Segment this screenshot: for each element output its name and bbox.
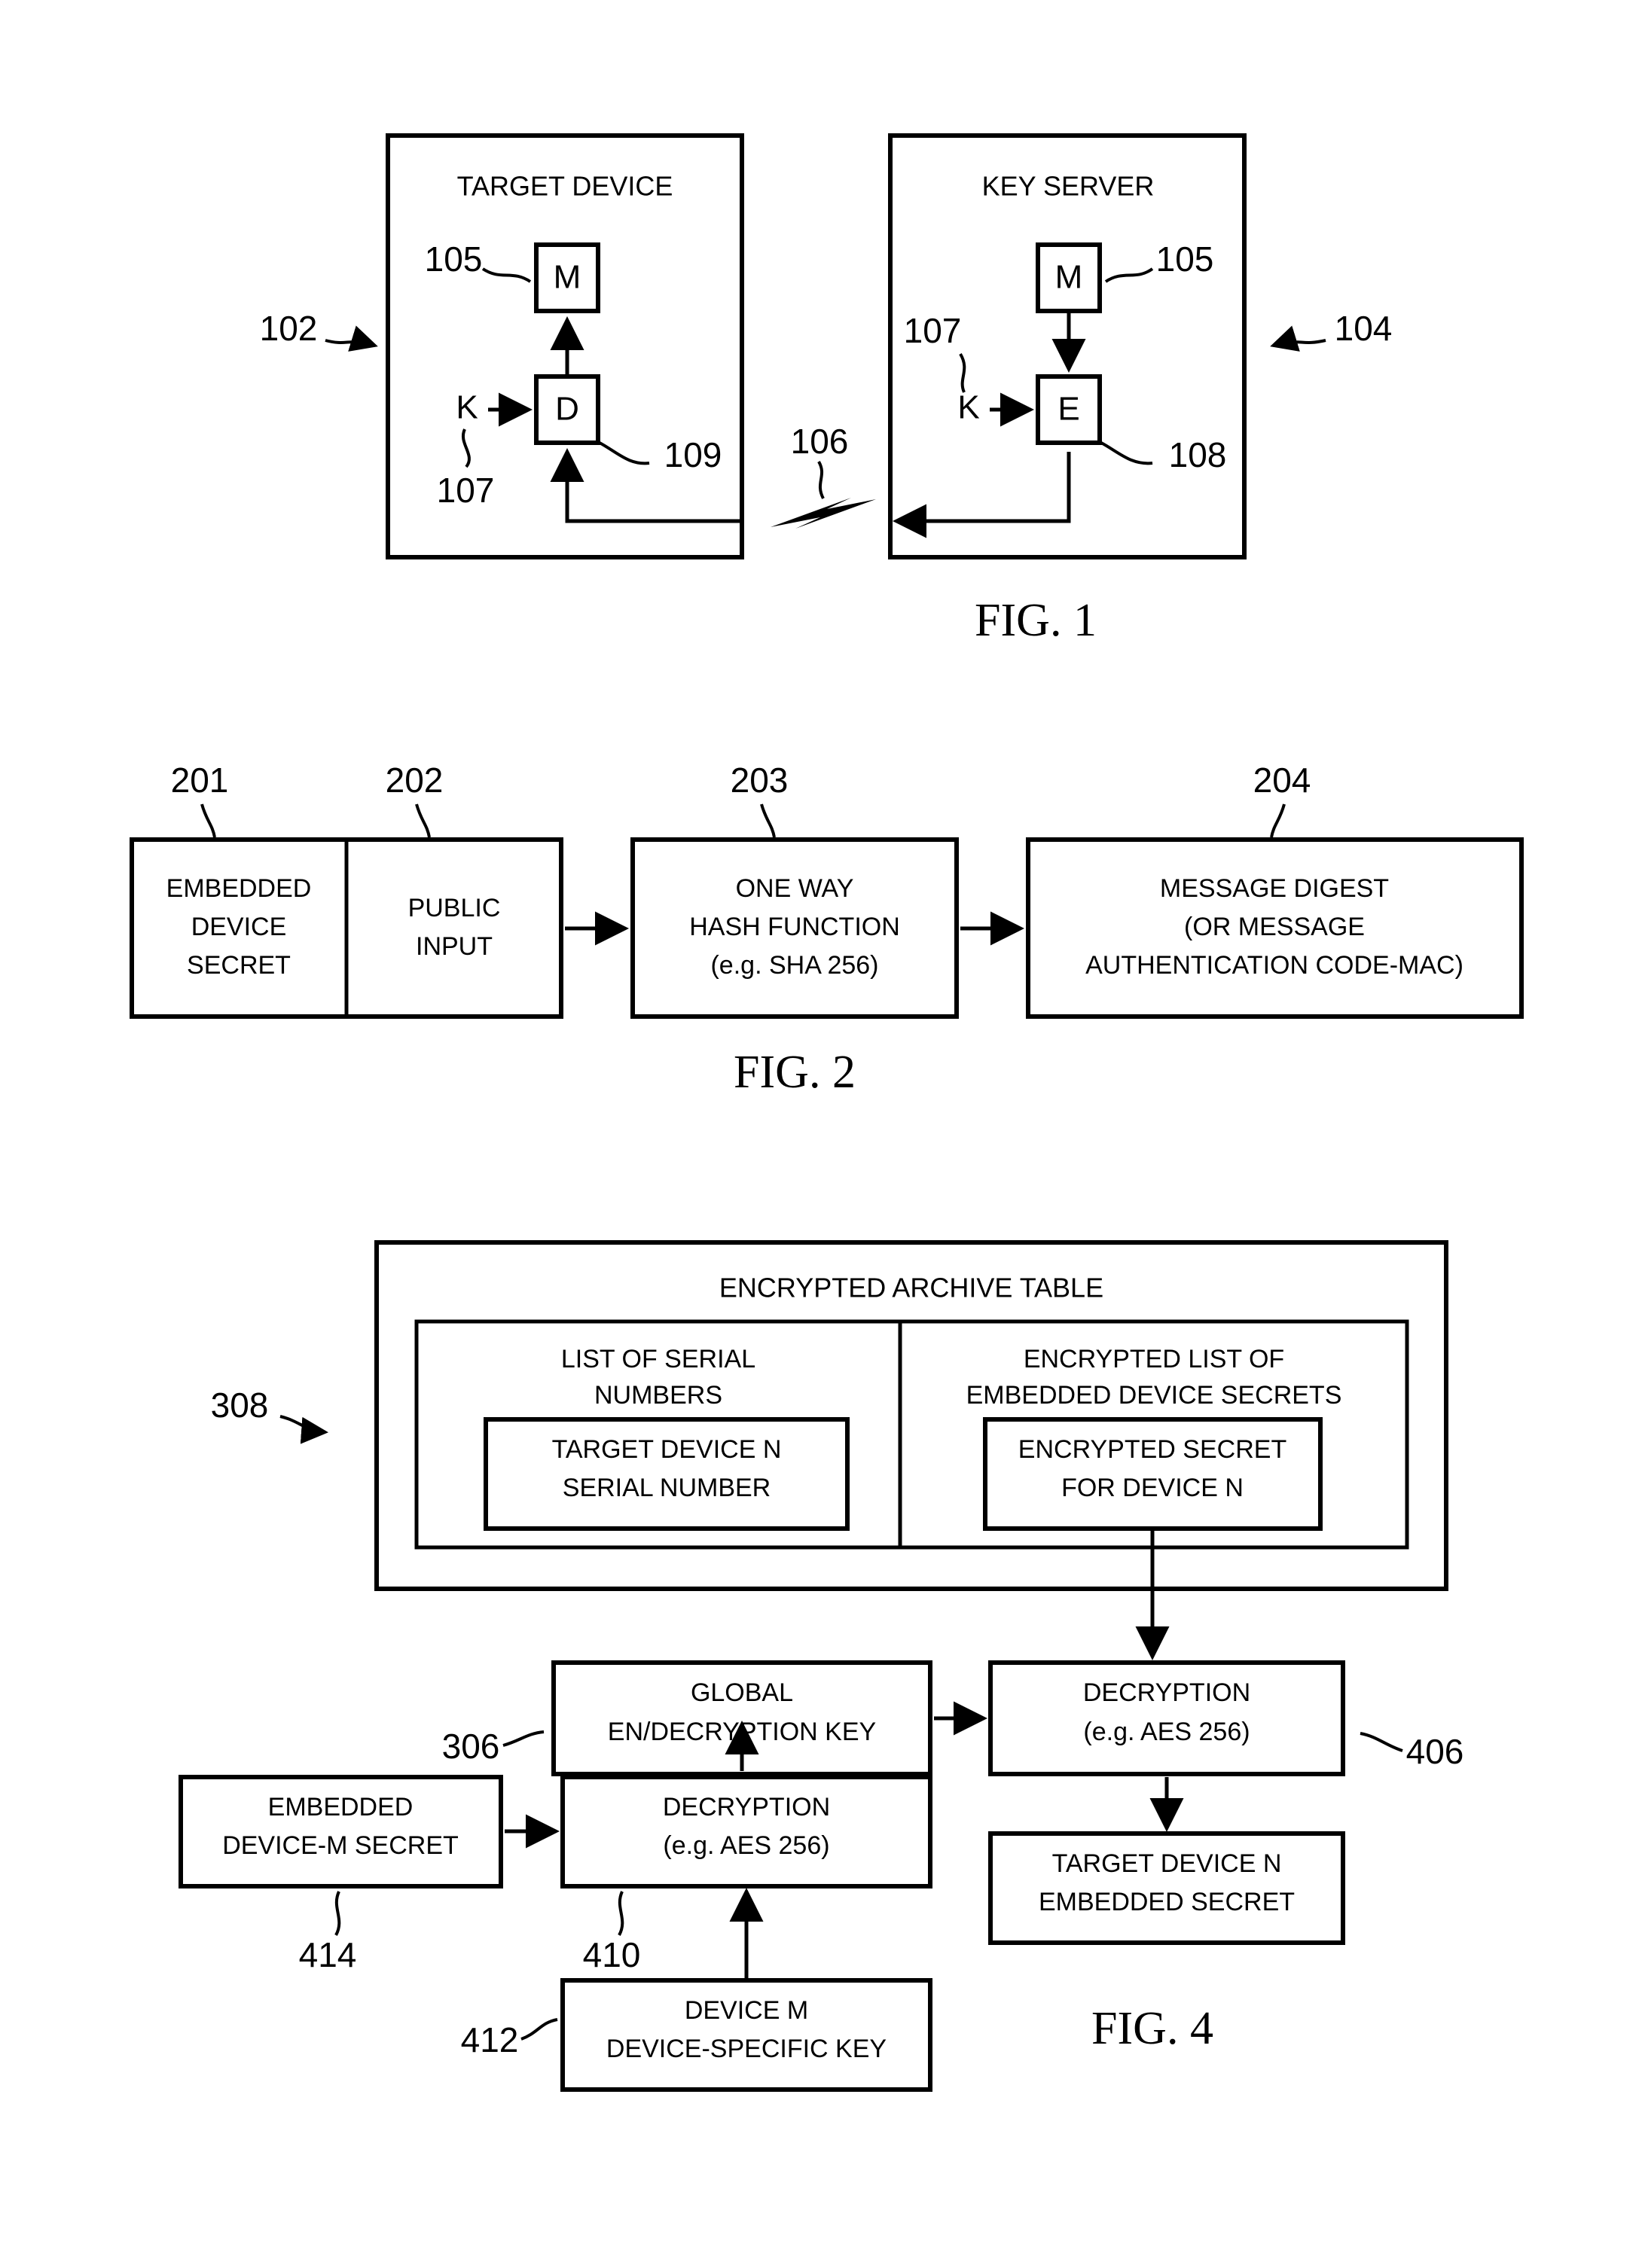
device-key-line-1: DEVICE M [685, 1996, 808, 2025]
ref-107-target: 107 [437, 471, 495, 510]
embedded-device-secret-line-2: DEVICE [191, 913, 287, 941]
serial-cell-line-2: SERIAL NUMBER [563, 1474, 771, 1502]
leader-412 [520, 2018, 558, 2041]
ref-102: 102 [260, 309, 318, 348]
ref-201: 201 [171, 761, 229, 800]
target-decrypt-label: D [555, 391, 579, 428]
leader-201 [200, 803, 216, 838]
embedded-device-secret-line-1: EMBEDDED [166, 874, 312, 903]
ref-202: 202 [386, 761, 444, 800]
target-message-label: M [554, 259, 581, 296]
server-encrypt-label: E [1058, 391, 1079, 428]
archive-table-title: ENCRYPTED ARCHIVE TABLE [719, 1273, 1103, 1303]
figure-2-caption: FIG. 2 [734, 1047, 856, 1098]
hash-line-3: (e.g. SHA 256) [710, 951, 878, 980]
leader-406 [1360, 1732, 1403, 1752]
encrypted-secret-cell-line-2: FOR DEVICE N [1061, 1474, 1244, 1502]
key-server-title: KEY SERVER [982, 171, 1155, 202]
ref-105-target: 105 [425, 239, 483, 279]
figure-2: 201 202 203 204 EMBEDDED DEVICE SECRET P… [130, 761, 1524, 1098]
target-secret-line-1: TARGET DEVICE N [1052, 1849, 1282, 1878]
patent-drawing-sheet: TARGET DEVICE M 105 D 109 K 107 102 KEY … [0, 0, 1642, 2268]
embedded-device-m-line-1: EMBEDDED [268, 1793, 414, 1821]
device-key-line-2: DEVICE-SPECIFIC KEY [606, 2035, 887, 2063]
target-secret-line-2: EMBEDDED SECRET [1039, 1888, 1295, 1916]
embedded-device-m-line-2: DEVICE-M SECRET [222, 1831, 459, 1860]
ref-412: 412 [461, 2020, 519, 2059]
ref-203: 203 [731, 761, 789, 800]
leader-203 [760, 803, 776, 838]
public-input-line-2: INPUT [416, 932, 493, 961]
device-decryption-line-1: DECRYPTION [663, 1793, 830, 1821]
device-decryption-line-2: (e.g. AES 256) [663, 1831, 829, 1860]
digest-line-3: AUTHENTICATION CODE-MAC) [1085, 951, 1463, 980]
ref-406: 406 [1406, 1732, 1464, 1771]
digest-line-2: (OR MESSAGE [1184, 913, 1365, 941]
channel-lightning-icon [771, 498, 876, 529]
ref-109: 109 [664, 435, 722, 474]
figure-4-caption: FIG. 4 [1091, 2003, 1213, 2054]
leader-306 [502, 1730, 545, 1747]
leader-308 [279, 1415, 328, 1444]
public-input-line-1: PUBLIC [408, 894, 501, 922]
ref-108: 108 [1169, 435, 1227, 474]
leader-106 [817, 460, 825, 499]
encrypted-secret-cell-line-1: ENCRYPTED SECRET [1018, 1435, 1286, 1464]
leader-102 [325, 325, 378, 352]
leader-410 [618, 1891, 624, 1936]
ref-105-server: 105 [1156, 239, 1214, 279]
ref-106: 106 [791, 422, 849, 461]
serial-numbers-header-line-2: NUMBERS [594, 1381, 722, 1410]
ref-107-server: 107 [904, 311, 962, 350]
archive-decryption-line-1: DECRYPTION [1083, 1678, 1250, 1707]
server-key-glyph: K [957, 389, 979, 426]
embedded-device-secret-line-3: SECRET [187, 951, 291, 980]
global-key-line-1: GLOBAL [691, 1678, 793, 1707]
ref-414: 414 [299, 1935, 357, 1974]
archive-decryption-line-2: (e.g. AES 256) [1083, 1718, 1250, 1746]
figure-4: ENCRYPTED ARCHIVE TABLE LIST OF SERIAL N… [179, 1240, 1464, 2092]
hash-line-2: HASH FUNCTION [689, 913, 900, 941]
ref-308: 308 [211, 1385, 269, 1425]
leader-414 [334, 1891, 341, 1936]
ref-204: 204 [1253, 761, 1311, 800]
server-message-label: M [1055, 259, 1083, 296]
serial-cell-line-1: TARGET DEVICE N [552, 1435, 782, 1464]
digest-line-1: MESSAGE DIGEST [1160, 874, 1389, 903]
target-device-title: TARGET DEVICE [457, 171, 673, 202]
ref-306: 306 [442, 1727, 500, 1766]
hash-line-1: ONE WAY [736, 874, 854, 903]
leader-104 [1270, 325, 1326, 352]
figure-1: TARGET DEVICE M 105 D 109 K 107 102 KEY … [260, 133, 1393, 646]
ref-410: 410 [583, 1935, 641, 1974]
ref-104: 104 [1335, 309, 1393, 348]
encrypted-secrets-header-line-1: ENCRYPTED LIST OF [1024, 1345, 1284, 1373]
leader-204 [1270, 803, 1286, 838]
serial-numbers-header-line-1: LIST OF SERIAL [561, 1345, 755, 1373]
target-key-glyph: K [456, 389, 478, 426]
figure-1-caption: FIG. 1 [975, 595, 1097, 646]
encrypted-secrets-header-line-2: EMBEDDED DEVICE SECRETS [966, 1381, 1342, 1410]
leader-202 [415, 803, 431, 838]
